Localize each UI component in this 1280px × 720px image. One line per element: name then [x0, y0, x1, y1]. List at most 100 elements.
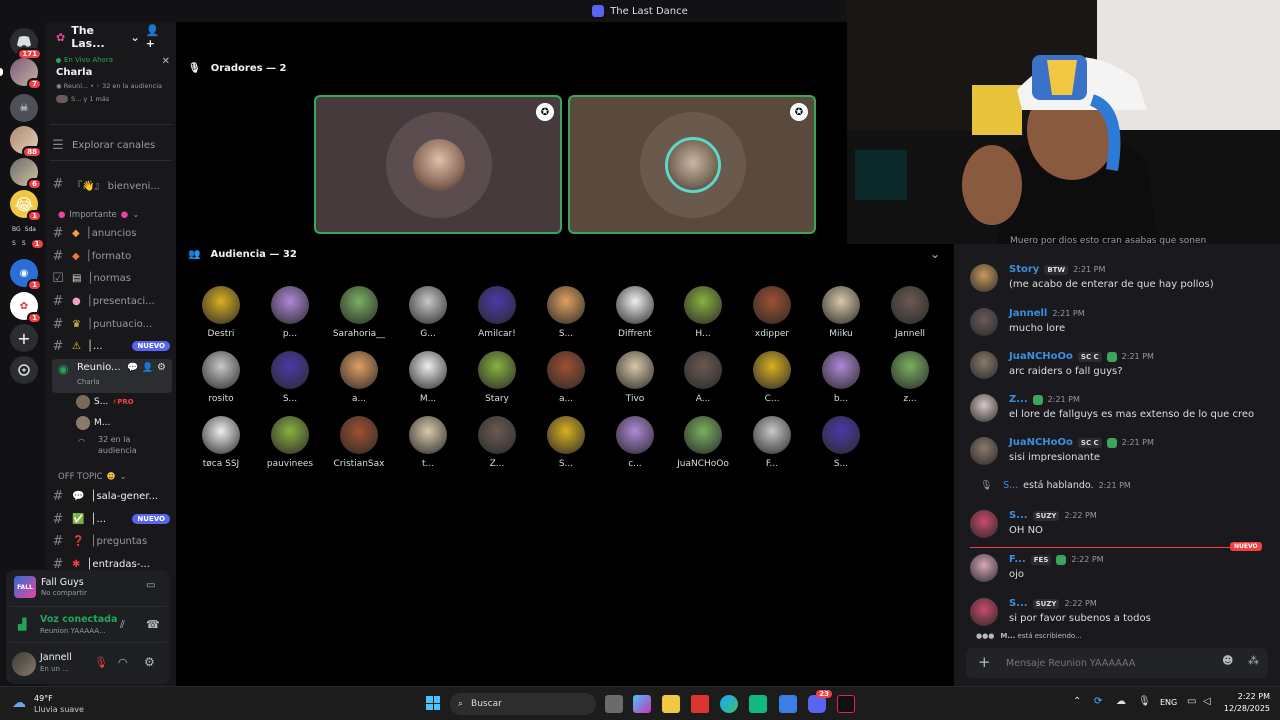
disconnect-icon[interactable]: ☎: [146, 618, 160, 631]
speaker-tile[interactable]: ✪: [314, 95, 562, 234]
author-name[interactable]: Z...: [1009, 394, 1028, 405]
add-attachment-icon[interactable]: +: [978, 653, 991, 671]
channel-bienvenida[interactable]: # 『👋』 bienveni...: [50, 174, 170, 194]
server-folder[interactable]: BG Sda: [12, 226, 36, 233]
author-name[interactable]: Jannell: [1009, 308, 1047, 319]
volume-icon[interactable]: ◁: [1203, 696, 1211, 707]
audience-member[interactable]: a...: [324, 351, 394, 404]
audience-member[interactable]: S...: [531, 286, 601, 339]
server-icon[interactable]: 7: [10, 58, 42, 90]
audience-member[interactable]: Diffrent: [600, 286, 670, 339]
audience-member[interactable]: C...: [737, 351, 807, 404]
channel-preguntas[interactable]: # ❓ │preguntas: [50, 531, 170, 551]
file-explorer-icon[interactable]: [662, 695, 680, 713]
audience-member[interactable]: b...: [806, 351, 876, 404]
avatar[interactable]: [970, 510, 998, 538]
audience-member[interactable]: F...: [737, 416, 807, 469]
stage-channel-row[interactable]: ◉ Reunio... Charla 💬 👤 ⚙: [52, 359, 172, 393]
gear-icon[interactable]: ⚙: [144, 655, 155, 669]
audience-member[interactable]: A...: [668, 351, 738, 404]
server-header[interactable]: ✿ The Las... ⌄ 👤+: [46, 22, 176, 52]
weather-icon[interactable]: ☁: [12, 695, 26, 711]
close-icon[interactable]: ✕: [162, 56, 170, 67]
audience-member[interactable]: Sarahoria__: [324, 286, 394, 339]
explore-servers-button[interactable]: [10, 356, 38, 384]
audience-member[interactable]: Tivo: [600, 351, 670, 404]
voice-status[interactable]: Voz conectada: [40, 614, 117, 625]
audience-member[interactable]: Jannell: [875, 286, 945, 339]
invite-people-icon[interactable]: 👤+: [146, 24, 166, 50]
category-importante[interactable]: ● Importante ● ⌄: [58, 210, 139, 220]
audience-member[interactable]: M...: [393, 351, 463, 404]
audience-member[interactable]: a...: [531, 351, 601, 404]
audience-member[interactable]: tøca SSJ: [186, 416, 256, 469]
audience-member[interactable]: Stary: [462, 351, 532, 404]
avatar[interactable]: [970, 264, 998, 292]
clock-date[interactable]: 12/28/2025: [1214, 704, 1270, 713]
tiktok-icon[interactable]: [837, 695, 855, 713]
server-icon[interactable]: 😂 1: [10, 190, 42, 222]
network-icon[interactable]: ▭: [1187, 696, 1196, 707]
search-box[interactable]: ⌕ Buscar: [450, 693, 596, 715]
avatar[interactable]: [970, 394, 998, 422]
antivirus-icon[interactable]: [691, 695, 709, 713]
author-name[interactable]: JuaNCHoOo: [1009, 437, 1073, 448]
add-server-button[interactable]: +: [10, 324, 38, 352]
weather-desc[interactable]: Lluvia suave: [34, 705, 84, 714]
task-view-icon[interactable]: [605, 695, 623, 713]
audience-member[interactable]: S...: [255, 351, 325, 404]
audience-member[interactable]: H...: [668, 286, 738, 339]
channel-presentacion[interactable]: # ● │presentaci...: [50, 291, 170, 311]
message-input[interactable]: [1006, 654, 1206, 672]
speaker-tile[interactable]: ✪: [568, 95, 816, 234]
audience-member[interactable]: Z...: [462, 416, 532, 469]
audience-member[interactable]: Destri: [186, 286, 256, 339]
audience-member[interactable]: t...: [393, 416, 463, 469]
author-name[interactable]: JuaNCHoOo: [1009, 351, 1073, 362]
chevron-down-icon[interactable]: ⌄: [930, 247, 940, 261]
channel-anuncios[interactable]: # ◆ │anuncios: [50, 223, 170, 243]
audience-member[interactable]: S...: [806, 416, 876, 469]
server-icon[interactable]: ✿ 1: [10, 292, 42, 324]
headphones-icon[interactable]: ◠: [118, 656, 128, 669]
speaking-user[interactable]: S...: [1003, 480, 1018, 491]
live-now-card[interactable]: En Vivo Ahora Charla ◉ Reuni... • ◦ 32 e…: [56, 56, 170, 103]
channel-puntuacion[interactable]: # ♛ │puntuacio...: [50, 314, 170, 334]
chat-icon[interactable]: 💬: [127, 363, 138, 373]
avatar[interactable]: [970, 554, 998, 582]
avatar[interactable]: [970, 598, 998, 626]
avatar[interactable]: [12, 652, 36, 676]
voice-member[interactable]: S... ⚡PRO: [76, 395, 134, 409]
edge-icon[interactable]: [720, 695, 738, 713]
author-name[interactable]: F...: [1009, 554, 1026, 565]
audience-member[interactable]: pauvinees: [255, 416, 325, 469]
author-name[interactable]: S...: [1009, 598, 1028, 609]
audience-member[interactable]: CristianSax: [324, 416, 394, 469]
microphone-icon[interactable]: 🎙: [1138, 696, 1151, 707]
channel-alert[interactable]: # ⚠ │... NUEVO: [50, 336, 170, 356]
chevron-up-icon[interactable]: ⌃: [1073, 696, 1081, 707]
mic-muted-icon[interactable]: 🎙: [94, 656, 108, 669]
audience-member[interactable]: c...: [600, 416, 670, 469]
audience-member[interactable]: rosito: [186, 351, 256, 404]
server-folder[interactable]: SS 1: [12, 240, 43, 248]
audience-member[interactable]: Amilcar!: [462, 286, 532, 339]
channel-check[interactable]: # ✅ │... NUEVO: [50, 509, 170, 529]
category-offtopic[interactable]: OFF TOPIC ☻ ⌄: [58, 472, 127, 482]
avatar[interactable]: [970, 308, 998, 336]
voice-member[interactable]: M...: [76, 416, 110, 430]
sync-icon[interactable]: ⟳: [1094, 696, 1102, 707]
copilot-icon[interactable]: [633, 695, 651, 713]
audience-member[interactable]: S...: [531, 416, 601, 469]
apps-icon[interactable]: ⁂: [1248, 654, 1259, 667]
channel-formato[interactable]: # ◆ │formato: [50, 246, 170, 266]
audience-member[interactable]: JuaNCHoOo: [668, 416, 738, 469]
channel-sala-general[interactable]: # 💬 │sala-gener...: [50, 486, 170, 506]
start-button[interactable]: [426, 696, 440, 710]
gear-icon[interactable]: ⚙: [157, 362, 166, 373]
explore-channels-button[interactable]: ☰ Explorar canales: [50, 135, 170, 155]
server-icon[interactable]: ◉ 1: [10, 259, 42, 291]
screen-share-icon[interactable]: ▭: [146, 580, 155, 591]
audience-member[interactable]: z...: [875, 351, 945, 404]
direct-messages-button[interactable]: 171: [10, 28, 42, 60]
